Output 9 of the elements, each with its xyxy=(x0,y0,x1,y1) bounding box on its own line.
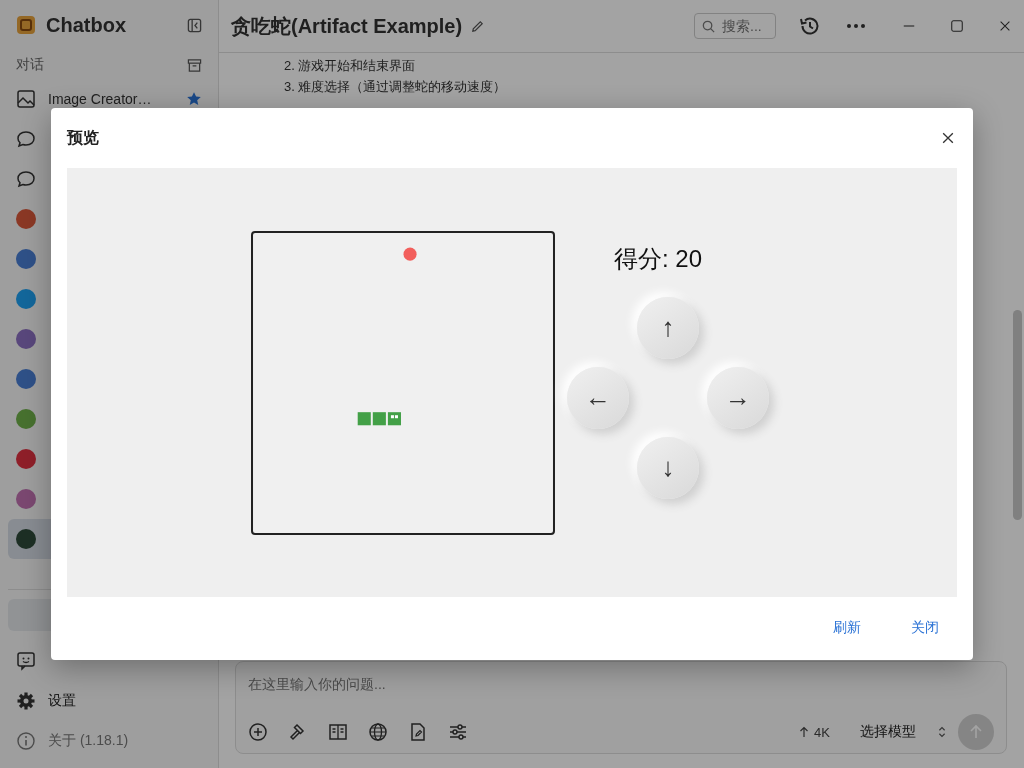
score-label: 得分: 20 xyxy=(614,243,702,274)
conversation-title: Image Creator… xyxy=(48,91,153,107)
app-name: Chatbox xyxy=(46,13,127,37)
message-line: 2. 游戏开始和结束界面 xyxy=(284,57,417,75)
token-count: 4K xyxy=(814,724,830,740)
section-label: 对话 xyxy=(16,56,44,74)
conversation-title: 贪吃蛇(Artifact Example) xyxy=(231,13,463,39)
message-line: 3. 难度选择（通过调整蛇的移动速度） xyxy=(284,78,508,96)
dialog-title: 预览 xyxy=(67,127,99,148)
